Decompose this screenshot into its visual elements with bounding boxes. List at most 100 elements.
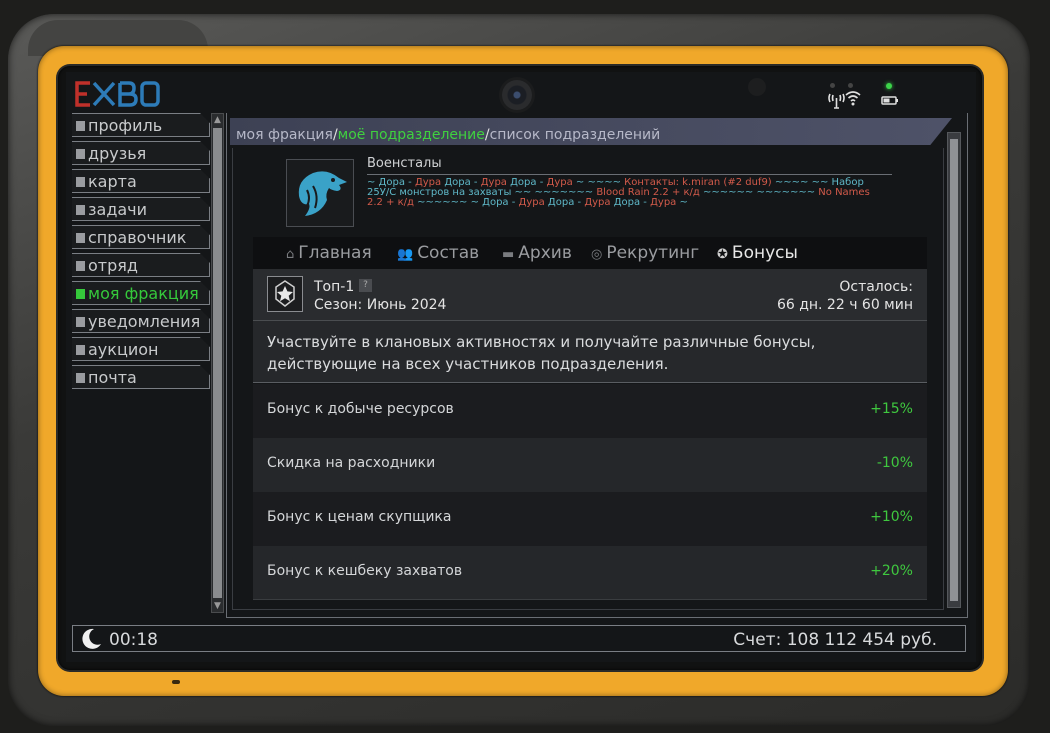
tab-members[interactable]: 👥 Состав xyxy=(397,243,479,263)
tab-label: Рекрутинг xyxy=(606,243,700,263)
moon-icon xyxy=(79,627,103,651)
rank-badge xyxy=(267,276,303,312)
sidebar-scroll-thumb[interactable] xyxy=(213,128,222,598)
sidebar-item-reference[interactable]: справочник xyxy=(72,225,210,249)
bonus-row: Бонус к добыче ресурсов +15% xyxy=(253,384,927,438)
remaining-value: 66 дн. 22 ч 60 мин xyxy=(776,297,913,313)
bullet-icon xyxy=(76,205,85,215)
bonus-value: +20% xyxy=(870,563,913,579)
description-segment: Дура xyxy=(518,197,545,208)
bullet-icon xyxy=(76,345,85,355)
archive-icon: ▬ xyxy=(502,247,515,262)
sidebar-item-label: друзья xyxy=(88,144,147,163)
sidebar-item-profile[interactable]: профиль xyxy=(72,113,210,137)
description-segment: ~~~~~~ ~~~~~~~ xyxy=(699,187,819,198)
tab-label: Состав xyxy=(417,243,480,263)
sidebar-item-squad[interactable]: отряд xyxy=(72,253,210,277)
bonus-value: -10% xyxy=(876,455,913,471)
tab-label: Главная xyxy=(298,243,372,263)
account-balance: Счет: 108 112 454 руб. xyxy=(733,630,937,650)
rank-label: Топ-1 xyxy=(314,279,355,295)
device-indicator xyxy=(172,680,180,684)
pentagon-star-icon: ✪ xyxy=(717,247,728,262)
sidebar-item-notifications[interactable]: уведомления xyxy=(72,309,210,333)
bonus-row: Скидка на расходники -10% xyxy=(253,438,927,492)
signal-wifi-battery-icon xyxy=(828,91,898,109)
tab-label: Архив xyxy=(518,243,572,263)
bonus-list-divider xyxy=(253,599,927,600)
bonus-label: Бонус к ценам скупщика xyxy=(267,509,452,525)
sidebar-item-friends[interactable]: друзья xyxy=(72,141,210,165)
description-segment: ~~~~~~ ~ Дора - xyxy=(413,197,519,208)
help-icon[interactable]: ? xyxy=(359,279,372,292)
breadcrumb-my-unit[interactable]: моё подразделение xyxy=(338,127,485,143)
sidebar-nav: профиль друзья карта задачи справочник о… xyxy=(72,113,210,393)
bullet-icon xyxy=(76,289,85,299)
remaining-label: Осталось: xyxy=(839,279,913,295)
bullet-icon xyxy=(76,261,85,271)
exbo-logo xyxy=(74,78,164,110)
breadcrumb: моя фракция/моё подразделение/список под… xyxy=(236,127,660,143)
sidebar-item-label: карта xyxy=(88,172,137,191)
bonus-label: Скидка на расходники xyxy=(267,455,436,471)
sidebar-item-tasks[interactable]: задачи xyxy=(72,197,210,221)
clan-description: ~ Дора - Дура Дора - Дура Дора - Дура ~ … xyxy=(367,178,887,208)
sidebar-item-label: почта xyxy=(88,368,137,387)
scroll-up-icon[interactable]: ▲ xyxy=(213,115,222,125)
tab-bonuses[interactable]: ✪ Бонусы xyxy=(717,243,798,263)
sidebar-item-auction[interactable]: аукцион xyxy=(72,337,210,361)
bonus-value: +10% xyxy=(870,509,913,525)
sidebar-item-label: отряд xyxy=(88,256,138,275)
tab-home[interactable]: ⌂ Главная xyxy=(286,243,372,263)
star-icon xyxy=(275,280,295,307)
bullet-icon xyxy=(76,373,85,383)
bonus-value: +15% xyxy=(870,401,913,417)
bonus-row: Бонус к ценам скупщика +10% xyxy=(253,492,927,546)
tab-label: Бонусы xyxy=(731,243,798,263)
device-sensor xyxy=(748,78,766,96)
sidebar-item-label: моя фракция xyxy=(88,284,199,303)
breadcrumb-my-faction[interactable]: моя фракция xyxy=(236,127,333,143)
system-icons xyxy=(826,80,906,110)
season-panel xyxy=(253,269,927,321)
sidebar-scrollbar[interactable]: ▲ ▼ xyxy=(211,113,224,613)
bullet-icon xyxy=(76,177,85,187)
description-segment: Дора - xyxy=(610,197,651,208)
content-scroll-thumb[interactable] xyxy=(950,139,958,601)
sidebar-item-map[interactable]: карта xyxy=(72,169,210,193)
breadcrumb-unit-list[interactable]: список подразделений xyxy=(490,127,661,143)
description-segment: Дора - xyxy=(544,197,585,208)
recruit-icon: ◎ xyxy=(591,247,603,262)
sidebar-item-label: справочник xyxy=(88,228,187,247)
device-camera xyxy=(502,80,532,110)
sidebar-item-mail[interactable]: почта xyxy=(72,365,210,389)
sidebar-item-my-faction[interactable]: моя фракция xyxy=(72,281,210,305)
season-label: Сезон: Июнь 2024 xyxy=(314,297,447,313)
bullet-icon xyxy=(76,121,85,131)
bonus-description: Участвуйте в клановых активностях и полу… xyxy=(267,333,816,373)
bullet-icon xyxy=(76,317,85,327)
sidebar-item-label: уведомления xyxy=(88,312,201,331)
description-segment: Дура xyxy=(650,197,677,208)
sidebar-item-label: аукцион xyxy=(88,340,159,359)
bonus-row: Бонус к кешбеку захватов +20% xyxy=(253,546,927,600)
tab-recruiting[interactable]: ◎ Рекрутинг xyxy=(591,243,699,263)
clan-name: Военсталы xyxy=(367,156,442,171)
bullet-icon xyxy=(76,233,85,243)
bonus-label: Бонус к добыче ресурсов xyxy=(267,401,454,417)
members-icon: 👥 xyxy=(397,247,414,262)
tab-archive[interactable]: ▬ Архив xyxy=(502,243,572,263)
game-time: 00:18 xyxy=(109,630,158,650)
eagle-icon xyxy=(298,171,347,216)
scroll-down-icon[interactable]: ▼ xyxy=(213,601,222,611)
description-segment: Дура xyxy=(584,197,611,208)
bullet-icon xyxy=(76,149,85,159)
clan-name-divider xyxy=(367,174,892,175)
sidebar-item-label: задачи xyxy=(88,200,148,219)
clan-emblem xyxy=(286,159,354,227)
description-segment: ~ xyxy=(676,197,688,208)
content-scrollbar[interactable] xyxy=(947,132,961,608)
sidebar-item-label: профиль xyxy=(88,116,163,135)
home-icon: ⌂ xyxy=(286,247,295,262)
bonus-label: Бонус к кешбеку захватов xyxy=(267,563,463,579)
